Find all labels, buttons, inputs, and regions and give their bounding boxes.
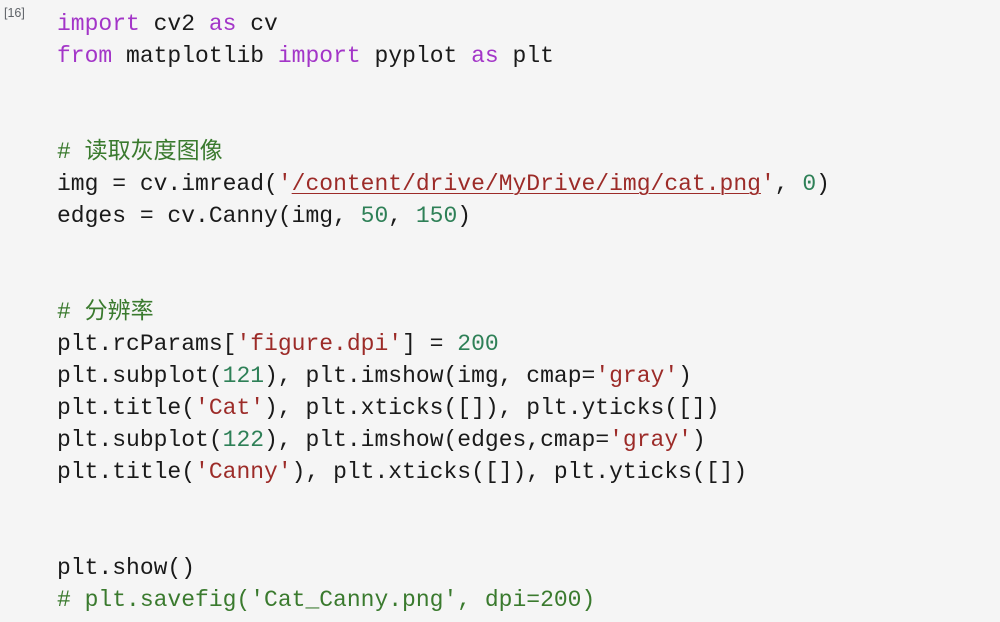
code-line: from matplotlib import pyplot as plt — [57, 40, 830, 72]
code-token-plain: ), plt.imshow(edges,cmap= — [264, 427, 610, 453]
code-line: plt.title('Cat'), plt.xticks([]), plt.yt… — [57, 392, 830, 424]
code-token-plain: , — [774, 171, 803, 197]
code-token-plain: cv — [236, 11, 278, 37]
code-line: edges = cv.Canny(img, 50, 150) — [57, 200, 830, 232]
code-token-string: 'figure.dpi' — [236, 331, 403, 357]
code-token-keyword: as — [471, 43, 499, 69]
code-token-number: 50 — [360, 203, 389, 229]
code-token-plain: ), plt.xticks([]), plt.yticks([]) — [264, 395, 720, 421]
code-token-keyword: as — [208, 11, 237, 37]
code-token-string: 'gray' — [595, 363, 679, 389]
code-line: # 分辨率 — [57, 296, 830, 328]
code-token-plain: plt — [498, 43, 554, 69]
code-token-plain: , — [388, 203, 416, 229]
code-line: import cv2 as cv — [57, 8, 830, 40]
code-token-string: ' — [760, 171, 775, 197]
code-token-string: 'Canny' — [195, 459, 292, 485]
code-token-number: 150 — [415, 203, 458, 229]
code-token-plain: ), plt.xticks([]), plt.yticks([]) — [291, 459, 748, 485]
code-token-number: 0 — [802, 171, 817, 197]
code-token-plain: plt.title( — [57, 459, 196, 485]
code-editor-area[interactable]: import cv2 as cv from matplotlib import p… — [57, 8, 830, 616]
code-token-plain: plt.subplot( — [57, 363, 223, 389]
code-token-string: 'gray' — [609, 427, 692, 453]
code-token-plain: ) — [691, 427, 706, 453]
code-line: plt.subplot(121), plt.imshow(img, cmap='… — [57, 360, 830, 392]
code-token-comment: # 读取灰度图像 — [57, 139, 223, 165]
code-token-plain: ) — [457, 203, 472, 229]
code-line: # 读取灰度图像 — [57, 136, 830, 168]
code-token-keyword: import — [57, 11, 140, 37]
code-token-number: 200 — [457, 331, 499, 357]
code-token-plain: ) — [678, 363, 692, 389]
code-token-plain: ] = — [402, 331, 458, 357]
code-token-plain: ), plt.imshow(img, cmap= — [264, 363, 596, 389]
code-line: plt.subplot(122), plt.imshow(edges,cmap=… — [57, 424, 830, 456]
execution-count-label: [16] — [4, 6, 25, 20]
code-token-keyword: import — [277, 43, 361, 69]
code-token-comment: # 分辨率 — [57, 299, 154, 325]
code-line: plt.show() — [57, 552, 830, 584]
code-token-plain: plt.show() — [57, 555, 196, 581]
code-token-number: 121 — [222, 363, 265, 389]
code-line: img = cv.imread('/content/drive/MyDrive/… — [57, 168, 830, 200]
code-token-plain: matplotlib — [112, 43, 278, 69]
code-line: plt.title('Canny'), plt.xticks([]), plt.… — [57, 456, 830, 488]
code-line: plt.rcParams['figure.dpi'] = 200 — [57, 328, 830, 360]
code-token-plain: plt.subplot( — [57, 427, 223, 453]
code-token-keyword: from — [57, 43, 113, 69]
code-token-string: 'Cat' — [195, 395, 265, 421]
code-line: # plt.savefig('Cat_Canny.png', dpi=200) — [57, 584, 830, 616]
code-token-plain: edges = cv.Canny(img, — [57, 203, 361, 229]
code-token-plain: plt.title( — [57, 395, 196, 421]
code-token-number: 122 — [222, 427, 265, 453]
code-token-plain: cv2 — [139, 11, 209, 37]
code-token-plain: img = cv.imread( — [57, 171, 278, 197]
code-token-string: ' — [277, 171, 292, 197]
code-cell[interactable]: [16] import cv2 as cv from matplotlib imp… — [0, 0, 1000, 622]
code-token-plain: pyplot — [360, 43, 472, 69]
code-token-plain: ) — [816, 171, 830, 197]
code-path-link[interactable]: /content/drive/MyDrive/img/cat.png — [292, 171, 761, 197]
code-token-comment: # plt.savefig('Cat_Canny.png', dpi=200) — [57, 587, 596, 613]
code-token-plain: plt.rcParams[ — [57, 331, 237, 357]
